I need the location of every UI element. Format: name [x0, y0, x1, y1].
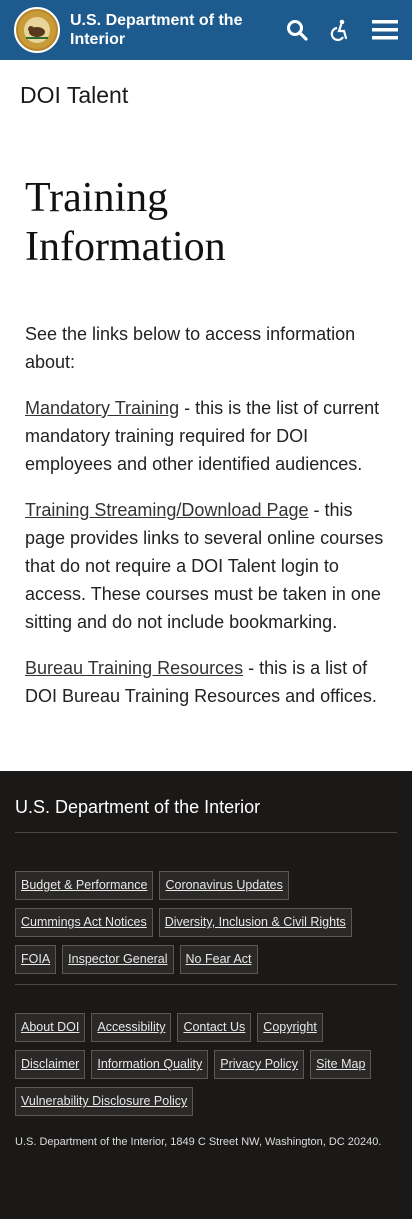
site-header: U.S. Department of the Interior: [0, 0, 412, 60]
hamburger-menu-icon[interactable]: [372, 19, 398, 41]
footer-link-no-fear-act[interactable]: No Fear Act: [179, 945, 258, 974]
footer-title[interactable]: U.S. Department of the Interior: [15, 797, 397, 833]
footer-link-inspector-general[interactable]: Inspector General: [62, 945, 174, 974]
list-item: Bureau Training Resources - this is a li…: [25, 654, 387, 710]
page-title-line1: Training: [25, 175, 169, 221]
footer-link-information-quality[interactable]: Information Quality: [91, 1050, 209, 1079]
footer-link-cummings-act[interactable]: Cummings Act Notices: [15, 908, 153, 937]
footer-links-secondary: About DOI Accessibility Contact Us Copyr…: [15, 984, 397, 1116]
footer-link-diversity[interactable]: Diversity, Inclusion & Civil Rights: [158, 908, 352, 937]
footer-link-privacy-policy[interactable]: Privacy Policy: [214, 1050, 305, 1079]
footer-link-contact-us[interactable]: Contact Us: [177, 1013, 252, 1042]
main-content: Training Information See the links below…: [0, 120, 412, 710]
footer-link-foia[interactable]: FOIA: [15, 945, 57, 974]
search-icon[interactable]: [286, 19, 308, 41]
page-title: Training Information: [25, 174, 387, 272]
list-item: Training Streaming/Download Page - this …: [25, 496, 387, 636]
doi-seal-icon[interactable]: [14, 7, 60, 53]
site-name[interactable]: DOI Talent: [0, 60, 412, 120]
accessibility-icon[interactable]: [330, 19, 350, 41]
header-actions: [286, 0, 398, 60]
footer-link-about-doi[interactable]: About DOI: [15, 1013, 86, 1042]
footer-link-accessibility[interactable]: Accessibility: [91, 1013, 172, 1042]
footer-link-budget-performance[interactable]: Budget & Performance: [15, 871, 154, 900]
footer-link-disclaimer[interactable]: Disclaimer: [15, 1050, 86, 1079]
footer-links-primary: Budget & Performance Coronavirus Updates…: [15, 833, 397, 974]
site-footer: U.S. Department of the Interior Budget &…: [0, 771, 412, 1219]
training-streaming-link[interactable]: Training Streaming/Download Page: [25, 500, 309, 520]
intro-text: See the links below to access informatio…: [25, 324, 356, 372]
agency-title[interactable]: U.S. Department of the Interior: [70, 11, 260, 49]
footer-link-site-map[interactable]: Site Map: [310, 1050, 372, 1079]
footer-address: U.S. Department of the Interior, 1849 C …: [15, 1136, 382, 1148]
footer-link-vulnerability-disclosure[interactable]: Vulnerability Disclosure Policy: [15, 1087, 194, 1116]
page-title-line2: Information: [25, 224, 226, 270]
footer-link-coronavirus-updates[interactable]: Coronavirus Updates: [159, 871, 289, 900]
mandatory-training-link[interactable]: Mandatory Training: [25, 398, 179, 418]
list-item: Mandatory Training - this is the list of…: [25, 394, 387, 478]
footer-link-copyright[interactable]: Copyright: [257, 1013, 323, 1042]
bureau-training-resources-link[interactable]: Bureau Training Resources: [25, 658, 243, 678]
